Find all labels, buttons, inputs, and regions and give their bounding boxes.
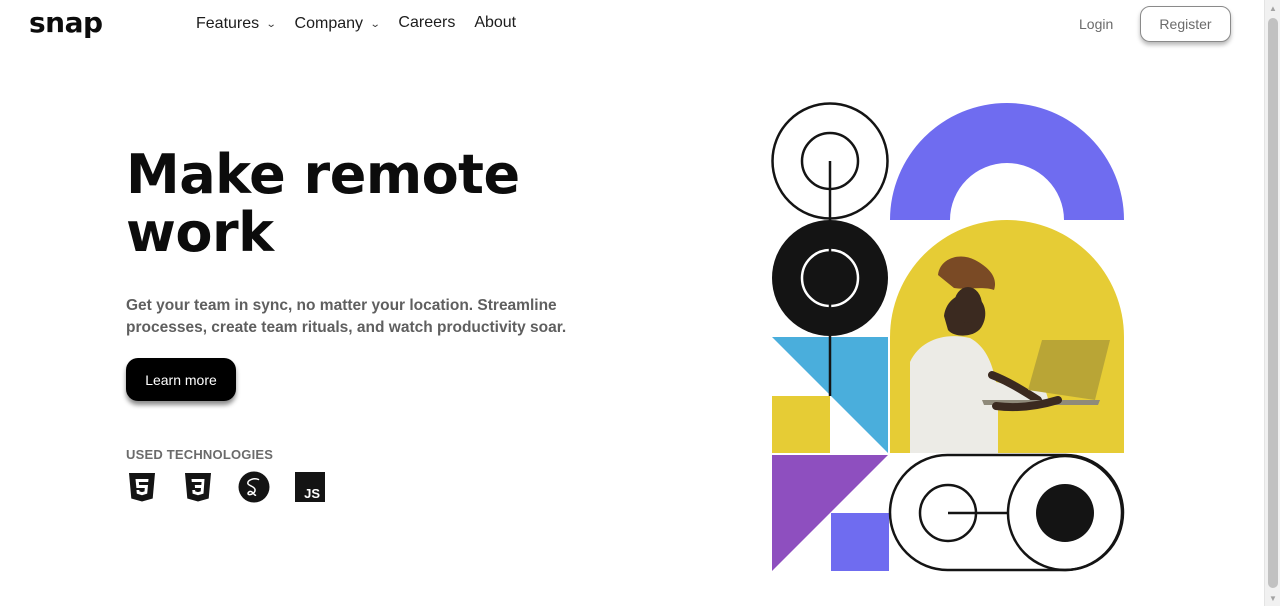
nav-item-features[interactable]: Features ⌄ xyxy=(196,15,277,33)
pill-right-dot xyxy=(1036,484,1094,542)
nav-item-careers[interactable]: Careers xyxy=(398,14,455,32)
hero-description: Get your team in sync, no matter your lo… xyxy=(126,297,567,336)
purple-square xyxy=(831,513,889,571)
hero-title: Make remote work xyxy=(126,146,566,262)
yellow-square xyxy=(772,396,830,453)
logo[interactable]: snap xyxy=(29,6,103,39)
nav-item-label: About xyxy=(474,14,517,31)
sass-icon xyxy=(238,471,270,503)
javascript-icon: JS xyxy=(295,472,325,502)
html5-icon xyxy=(129,473,155,502)
nav-item-about[interactable]: About xyxy=(474,14,516,32)
nav-item-company[interactable]: Company ⌄ xyxy=(294,15,381,33)
learn-more-button[interactable]: Learn more xyxy=(126,358,236,401)
register-button[interactable]: Register xyxy=(1140,6,1231,42)
chevron-down-icon: ⌄ xyxy=(369,18,381,30)
technologies-list: JS xyxy=(126,471,350,503)
scroll-down-icon[interactable]: ▼ xyxy=(1265,590,1280,606)
scroll-up-icon[interactable]: ▲ xyxy=(1265,0,1280,16)
purple-arch xyxy=(890,103,1124,220)
hero-title-line: Make remote xyxy=(126,143,520,206)
technologies-heading: USED TECHNOLOGIES xyxy=(126,447,274,462)
main-nav: Features ⌄ Company ⌄ Careers About xyxy=(196,13,535,33)
page-scrollbar[interactable]: ▲ ▼ xyxy=(1264,0,1280,606)
javascript-icon-label: JS xyxy=(304,486,320,501)
css3-icon xyxy=(185,473,211,502)
hero-illustration xyxy=(771,102,1125,572)
hero-title-line: work xyxy=(126,201,274,264)
login-link[interactable]: Login xyxy=(1079,16,1113,32)
nav-item-label: Features xyxy=(196,15,260,32)
nav-item-label: Careers xyxy=(398,14,456,31)
page: snap Features ⌄ Company ⌄ Careers About … xyxy=(0,0,1280,606)
scroll-thumb[interactable] xyxy=(1268,18,1278,588)
chevron-down-icon: ⌄ xyxy=(265,18,277,30)
nav-item-label: Company xyxy=(294,15,364,32)
